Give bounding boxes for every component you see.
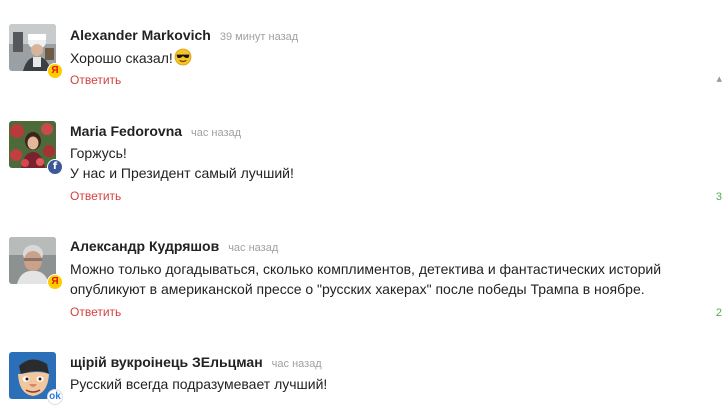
side-indicator: ▴ [716,73,722,85]
comment-text: Горжусь! У нас и Президент самый лучший! [70,144,294,183]
comment-item: Я Александр Кудряшов час назад Можно толь… [0,210,722,335]
comment-line: Хорошо сказал! [70,48,192,72]
comment-line: Горжусь! [70,145,127,161]
author-name[interactable]: Maria Fedorovna [70,123,182,139]
comment-header: щірій вукроінець ЗЕльцман час назад [70,354,322,372]
comment-line: Можно только догадываться, сколько компл… [70,261,662,277]
comment-text: Можно только догадываться, сколько компл… [70,260,661,299]
comment-header: Maria Fedorovna час назад [70,123,241,141]
comment-text: Русский всегда подразумевает лучший! [70,375,327,395]
author-name[interactable]: Alexander Markovich [70,27,211,43]
comment-line: Русский всегда подразумевает лучший! [70,376,328,392]
side-indicator: 3 [715,191,722,203]
comment-time[interactable]: час назад [272,358,322,370]
comment-item: f Maria Fedorovna час назад Горжусь! У на… [0,95,722,210]
comment-text: Хорошо сказал! [70,48,192,72]
comment-header: Александр Кудряшов час назад [70,238,278,256]
yandex-icon: Я [47,274,63,290]
comment-item: Я Alexander Markovich 39 минут назад Хоро… [0,0,722,95]
side-indicator: 2 [715,307,722,319]
reply-button[interactable]: Ответить [70,73,121,87]
author-name[interactable]: Александр Кудряшов [70,238,219,254]
comment-line: опубликуют в американской прессе о "русс… [70,280,645,297]
facebook-icon: f [47,159,63,175]
comment-time[interactable]: час назад [228,242,278,254]
odnoklassniki-icon: ok [47,389,63,405]
comment-time[interactable]: 39 минут назад [220,31,298,43]
reply-button[interactable]: Ответить [70,305,121,319]
yandex-icon: Я [47,63,63,79]
comment-line: У нас и Президент самый лучший! [70,164,294,181]
sunglasses-emoji-icon [174,48,192,72]
reply-button[interactable]: Ответить [70,189,121,203]
comment-item: ok щірій вукроінець ЗЕльцман час назад Ру… [0,335,722,405]
comment-line-text: Хорошо сказал! [70,50,173,66]
comment-time[interactable]: час назад [191,127,241,139]
comment-header: Alexander Markovich 39 минут назад [70,27,298,45]
author-name[interactable]: щірій вукроінець ЗЕльцман [70,354,263,370]
